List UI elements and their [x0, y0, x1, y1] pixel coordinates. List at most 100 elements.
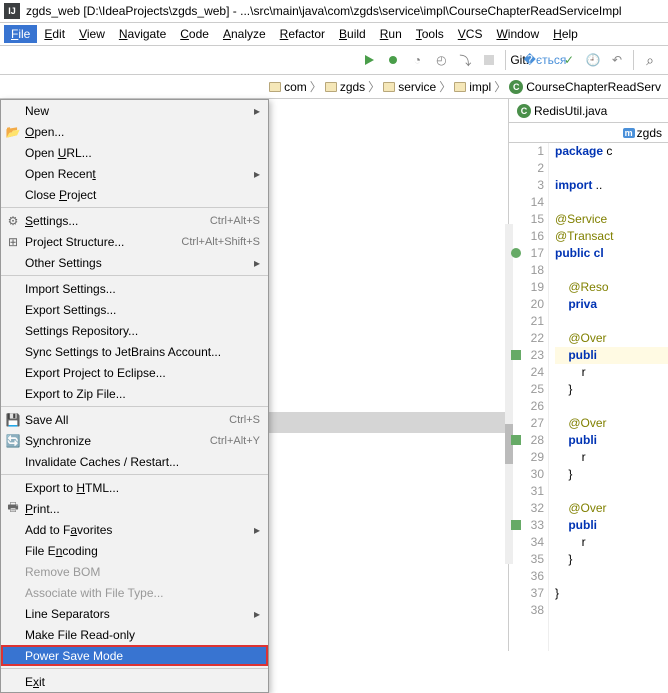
code-line[interactable]: @Service	[555, 211, 668, 228]
menu-item-settings-repository[interactable]: Settings Repository...	[1, 320, 268, 341]
line-number: 22	[509, 330, 544, 347]
update-icon[interactable]: �ється	[537, 52, 553, 68]
code-line[interactable]: @Over	[555, 330, 668, 347]
code-line[interactable]: r	[555, 449, 668, 466]
code-line[interactable]	[555, 313, 668, 330]
menu-refactor[interactable]: Refactor	[273, 25, 332, 43]
menu-code[interactable]: Code	[173, 25, 216, 43]
code-line[interactable]	[555, 602, 668, 619]
line-number: 35	[509, 551, 544, 568]
search-icon[interactable]: ⌕	[642, 52, 658, 68]
editor-tabs[interactable]: C RedisUtil.java	[509, 99, 668, 123]
chevron-icon: 〉	[494, 78, 506, 95]
code-line[interactable]: publi	[555, 432, 668, 449]
menu-item-import-settings[interactable]: Import Settings...	[1, 278, 268, 299]
breadcrumb-item[interactable]: service	[383, 80, 436, 94]
menu-tools[interactable]: Tools	[409, 25, 451, 43]
menu-window[interactable]: Window	[489, 25, 546, 43]
menu-item-print[interactable]: 🖶Print...	[1, 498, 268, 519]
menu-item-open-recent[interactable]: Open Recent▸	[1, 163, 268, 184]
menu-item-invalidate-caches-restart[interactable]: Invalidate Caches / Restart...	[1, 451, 268, 472]
menu-item-export-to-zip-file[interactable]: Export to Zip File...	[1, 383, 268, 404]
debug-icon[interactable]	[385, 52, 401, 68]
code-line[interactable]	[555, 194, 668, 211]
menu-build[interactable]: Build	[332, 25, 373, 43]
code-line[interactable]: r	[555, 364, 668, 381]
line-number: 18	[509, 262, 544, 279]
menu-help[interactable]: Help	[546, 25, 585, 43]
menu-item-add-to-favorites[interactable]: Add to Favorites▸	[1, 519, 268, 540]
code-line[interactable]: }	[555, 466, 668, 483]
code-line[interactable]	[555, 568, 668, 585]
menu-run[interactable]: Run	[373, 25, 409, 43]
gear-icon: ⚙	[5, 213, 21, 229]
profile-icon[interactable]: ◴	[433, 52, 449, 68]
menu-item-export-settings[interactable]: Export Settings...	[1, 299, 268, 320]
menu-item-label: Open...	[25, 125, 64, 139]
code-line[interactable]	[555, 160, 668, 177]
code-line[interactable]: }	[555, 381, 668, 398]
menu-view[interactable]: View	[72, 25, 112, 43]
over-gutter-icon[interactable]	[511, 350, 521, 360]
menu-item-other-settings[interactable]: Other Settings▸	[1, 252, 268, 273]
code-line[interactable]: publi	[555, 347, 668, 364]
menu-item-label: Settings Repository...	[25, 324, 138, 338]
menu-item-line-separators[interactable]: Line Separators▸	[1, 603, 268, 624]
code-line[interactable]: import ..	[555, 177, 668, 194]
code-line[interactable]: publi	[555, 517, 668, 534]
code-line[interactable]: }	[555, 585, 668, 602]
impl-gutter-icon[interactable]	[511, 248, 521, 258]
chevron-icon: 〉	[368, 78, 380, 95]
code-line[interactable]: public cl	[555, 245, 668, 262]
run-icon[interactable]	[361, 52, 377, 68]
menu-item-exit[interactable]: Exit	[1, 671, 268, 692]
menu-item-label: Add to Favorites	[25, 523, 112, 537]
menu-item-close-project[interactable]: Close Project	[1, 184, 268, 205]
menu-item-synchronize[interactable]: 🔄SynchronizeCtrl+Alt+Y	[1, 430, 268, 451]
menu-file[interactable]: File	[4, 25, 37, 43]
menu-navigate[interactable]: Navigate	[112, 25, 173, 43]
code-line[interactable]	[555, 483, 668, 500]
line-number: 16	[509, 228, 544, 245]
over-gutter-icon[interactable]	[511, 435, 521, 445]
open-icon: 📂	[5, 124, 21, 140]
code-line[interactable]	[555, 398, 668, 415]
menu-item-project-structure[interactable]: ⊞Project Structure...Ctrl+Alt+Shift+S	[1, 231, 268, 252]
menu-vcs[interactable]: VCS	[451, 25, 490, 43]
coverage-icon[interactable]: ◔	[409, 52, 425, 68]
menu-item-open-url[interactable]: Open URL...	[1, 142, 268, 163]
over-gutter-icon[interactable]	[511, 520, 521, 530]
code-line[interactable]: package c	[555, 143, 668, 160]
menu-item-new[interactable]: New▸	[1, 100, 268, 121]
breadcrumb-item[interactable]: impl	[454, 80, 491, 94]
menu-item-sync-settings-to-jetbrains-account[interactable]: Sync Settings to JetBrains Account...	[1, 341, 268, 362]
history-icon[interactable]: 🕘	[585, 52, 601, 68]
code-line[interactable]: @Transact	[555, 228, 668, 245]
menu-item-export-to-html[interactable]: Export to HTML...	[1, 477, 268, 498]
menu-item-open[interactable]: 📂 Open...	[1, 121, 268, 142]
code-lines[interactable]: package cimport ..@Service@Transactpubli…	[549, 143, 668, 651]
code-line[interactable]: priva	[555, 296, 668, 313]
code-line[interactable]	[555, 262, 668, 279]
menu-item-export-project-to-eclipse[interactable]: Export Project to Eclipse...	[1, 362, 268, 383]
menu-item-settings[interactable]: ⚙Settings...Ctrl+Alt+S	[1, 210, 268, 231]
menu-item-make-file-read-only[interactable]: Make File Read-only	[1, 624, 268, 645]
stop-icon[interactable]	[481, 52, 497, 68]
menu-item-save-all[interactable]: 💾Save AllCtrl+S	[1, 409, 268, 430]
breadcrumb-item[interactable]: com	[269, 80, 307, 94]
code-line[interactable]: @Reso	[555, 279, 668, 296]
commit-icon[interactable]: ✓	[561, 52, 577, 68]
revert-icon[interactable]: ↶	[609, 52, 625, 68]
menu-item-file-encoding[interactable]: File Encoding	[1, 540, 268, 561]
code-line[interactable]: @Over	[555, 500, 668, 517]
menu-analyze[interactable]: Analyze	[216, 25, 273, 43]
code-area[interactable]: 1231415161718192021222324252627282930313…	[509, 143, 668, 651]
menu-edit[interactable]: Edit	[37, 25, 72, 43]
breadcrumb-item[interactable]: zgds	[325, 80, 365, 94]
code-line[interactable]: r	[555, 534, 668, 551]
code-line[interactable]: }	[555, 551, 668, 568]
menu-item-power-save-mode[interactable]: Power Save Mode	[1, 645, 268, 666]
code-line[interactable]: @Over	[555, 415, 668, 432]
attach-icon[interactable]: ⤵	[457, 52, 473, 68]
breadcrumb-class[interactable]: CCourseChapterReadServ	[509, 80, 661, 94]
